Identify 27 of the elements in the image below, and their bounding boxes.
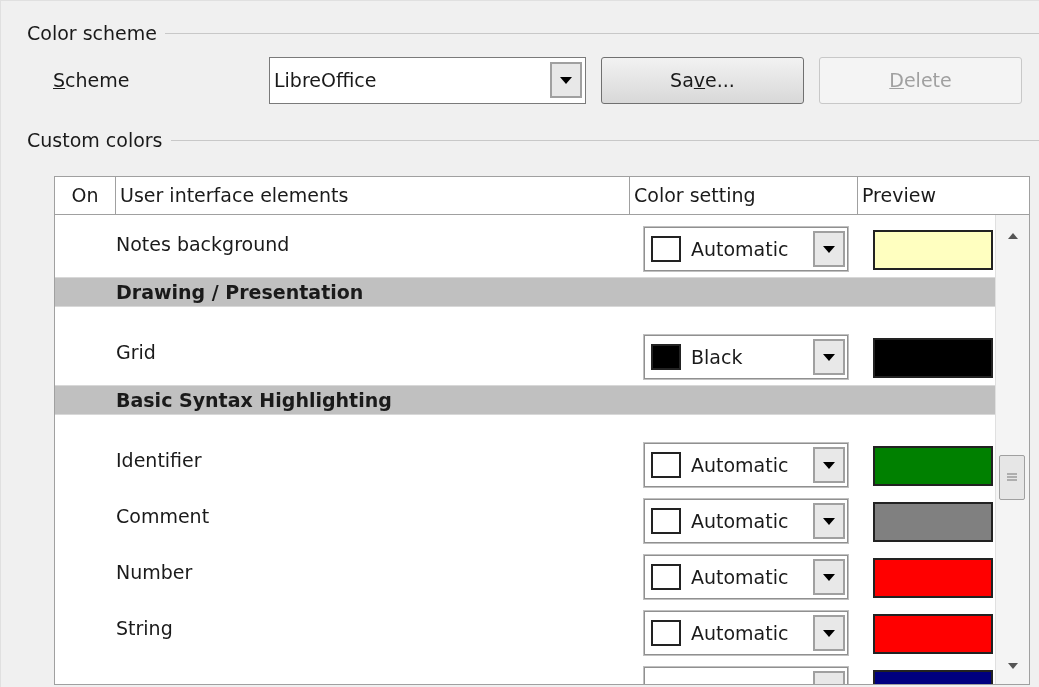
section-title: Custom colors — [27, 127, 163, 153]
element-label[interactable]: Comment — [55, 493, 629, 531]
category-row: Basic Syntax Highlighting — [55, 385, 995, 415]
color-dropdown[interactable]: Automatic — [643, 226, 849, 272]
color-dropdown[interactable]: Black — [643, 334, 849, 380]
column-header[interactable]: On — [55, 177, 115, 214]
element-label[interactable]: String — [55, 605, 629, 643]
category-row: Drawing / Presentation — [55, 277, 995, 307]
scheme-dropdown[interactable]: LibreOffice — [269, 56, 586, 104]
section-title: Color scheme — [27, 20, 157, 46]
scheme-label: Scheme — [53, 67, 131, 93]
column-header[interactable]: User interface elements — [115, 177, 629, 214]
save-button[interactable]: Save... — [601, 56, 804, 104]
element-label[interactable]: Notes background — [55, 221, 629, 259]
column-header[interactable]: Color setting — [629, 177, 857, 214]
element-label[interactable]: Identifier — [55, 437, 629, 475]
color-dropdown[interactable]: Automatic — [643, 554, 849, 600]
color-dropdown[interactable]: Automatic — [643, 498, 849, 544]
scroll-down-icon[interactable] — [1008, 663, 1018, 669]
color-dropdown[interactable]: Automatic — [643, 610, 849, 656]
scrollbar[interactable] — [995, 215, 1029, 684]
element-label[interactable]: Number — [55, 549, 629, 587]
element-label[interactable]: Grid — [55, 329, 629, 367]
column-header[interactable]: Preview — [857, 177, 1029, 214]
scroll-thumb[interactable] — [999, 455, 1025, 500]
color-dropdown[interactable]: Automatic — [643, 442, 849, 488]
scroll-up-icon[interactable] — [1008, 233, 1018, 239]
